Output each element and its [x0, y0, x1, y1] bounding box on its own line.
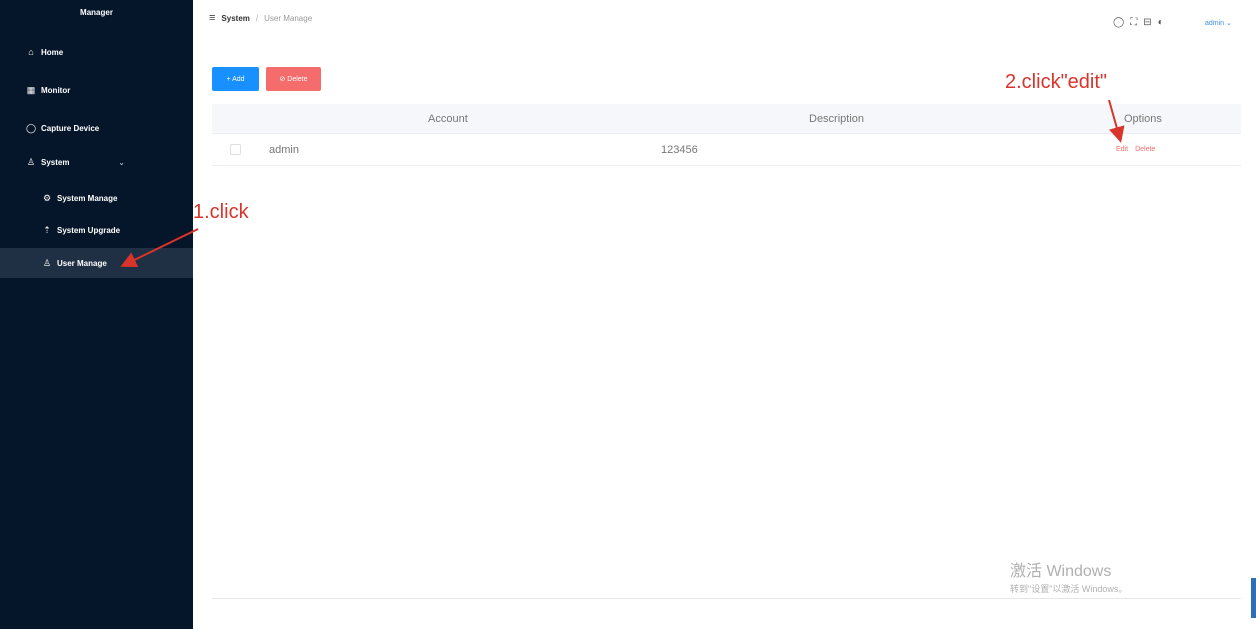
sidebar-item-home[interactable]: ⌂ Home	[0, 38, 193, 66]
annotation-step2: 2.click"edit"	[1005, 71, 1108, 93]
gear-icon: ⚙	[42, 192, 52, 203]
sidebar-item-label: User Manage	[57, 258, 107, 268]
breadcrumb-system[interactable]: System	[221, 14, 249, 23]
menu-toggle-icon[interactable]: ≡	[209, 12, 215, 24]
delete-link[interactable]: Delete	[1135, 146, 1155, 153]
search-icon[interactable]: ◯	[1113, 17, 1124, 28]
activation-watermark-title: 激活 Windows	[1010, 563, 1112, 580]
camera-icon: ◯	[26, 122, 37, 133]
home-icon: ⌂	[28, 47, 34, 57]
column-header-description: Description	[809, 112, 865, 125]
select-all-checkbox[interactable]	[230, 104, 241, 133]
sidebar-item-label: System Upgrade	[57, 225, 121, 235]
sidebar-item-label: Monitor	[41, 85, 71, 95]
sidebar-item-system-upgrade[interactable]: ⇡ System Upgrade	[0, 216, 193, 244]
header-icons: ◯ ⛶ ⊟ ◐	[1113, 17, 1164, 28]
breadcrumb-user-manage: User Manage	[264, 13, 313, 23]
sidebar-item-label: Capture Device	[41, 123, 100, 133]
sidebar-item-system-manage[interactable]: ⚙ System Manage	[0, 184, 193, 212]
add-button[interactable]: + Add	[212, 67, 259, 91]
upload-icon: ⇡	[43, 224, 51, 235]
annotation-step1: 1.click	[193, 201, 249, 223]
chevron-down-icon: ⌄	[118, 157, 125, 167]
edit-link[interactable]: Edit	[1116, 146, 1128, 153]
fullscreen-icon[interactable]: ⛶	[1130, 17, 1137, 28]
sidebar-item-label: Home	[41, 47, 64, 57]
sidebar-item-capture-device[interactable]: ◯ Capture Device	[0, 114, 193, 142]
sidebar-item-monitor[interactable]: ▦ Monitor	[0, 76, 193, 104]
sidebar-item-system[interactable]: ♙ System ⌄	[0, 148, 193, 176]
table-header: Account Description Options	[212, 104, 1241, 134]
scrollbar[interactable]	[1251, 578, 1256, 618]
cell-description: 123456	[661, 143, 698, 156]
row-checkbox[interactable]	[230, 134, 241, 165]
user-table: Account Description Options admin 123456…	[212, 104, 1241, 166]
app-logo: Manager	[80, 8, 113, 17]
sidebar-item-user-manage[interactable]: ♙ User Manage	[0, 248, 193, 278]
column-header-options: Options	[1124, 112, 1162, 125]
sidebar-item-label: System Manage	[57, 193, 118, 203]
column-header-account: Account	[428, 112, 468, 125]
user-icon: ♙	[26, 156, 36, 167]
delete-button[interactable]: ⊘ Delete	[266, 67, 321, 91]
layout-icon[interactable]: ◐	[1158, 17, 1164, 28]
table-row: admin 123456 Edit Delete	[212, 134, 1241, 166]
cell-account: admin	[269, 143, 299, 156]
cell-options: Edit Delete	[1116, 134, 1155, 165]
breadcrumb: ≡ System / User Manage	[209, 12, 312, 24]
user-icon: ♙	[42, 257, 52, 268]
breadcrumb-separator: /	[255, 13, 259, 23]
activation-watermark-subtitle: 转到"设置"以激活 Windows。	[1010, 584, 1128, 594]
sidebar: Manager ⌂ Home ▦ Monitor ◯ Capture Devic…	[0, 0, 193, 629]
top-bar: ≡ System / User Manage ◯ ⛶ ⊟ ◐ admin ⌄	[193, 0, 1256, 36]
sidebar-item-label: System	[41, 157, 70, 167]
user-dropdown[interactable]: admin ⌄	[1205, 19, 1232, 27]
divider	[212, 598, 1241, 599]
monitor-icon: ▦	[26, 84, 36, 95]
font-size-icon[interactable]: ⊟	[1143, 17, 1151, 28]
